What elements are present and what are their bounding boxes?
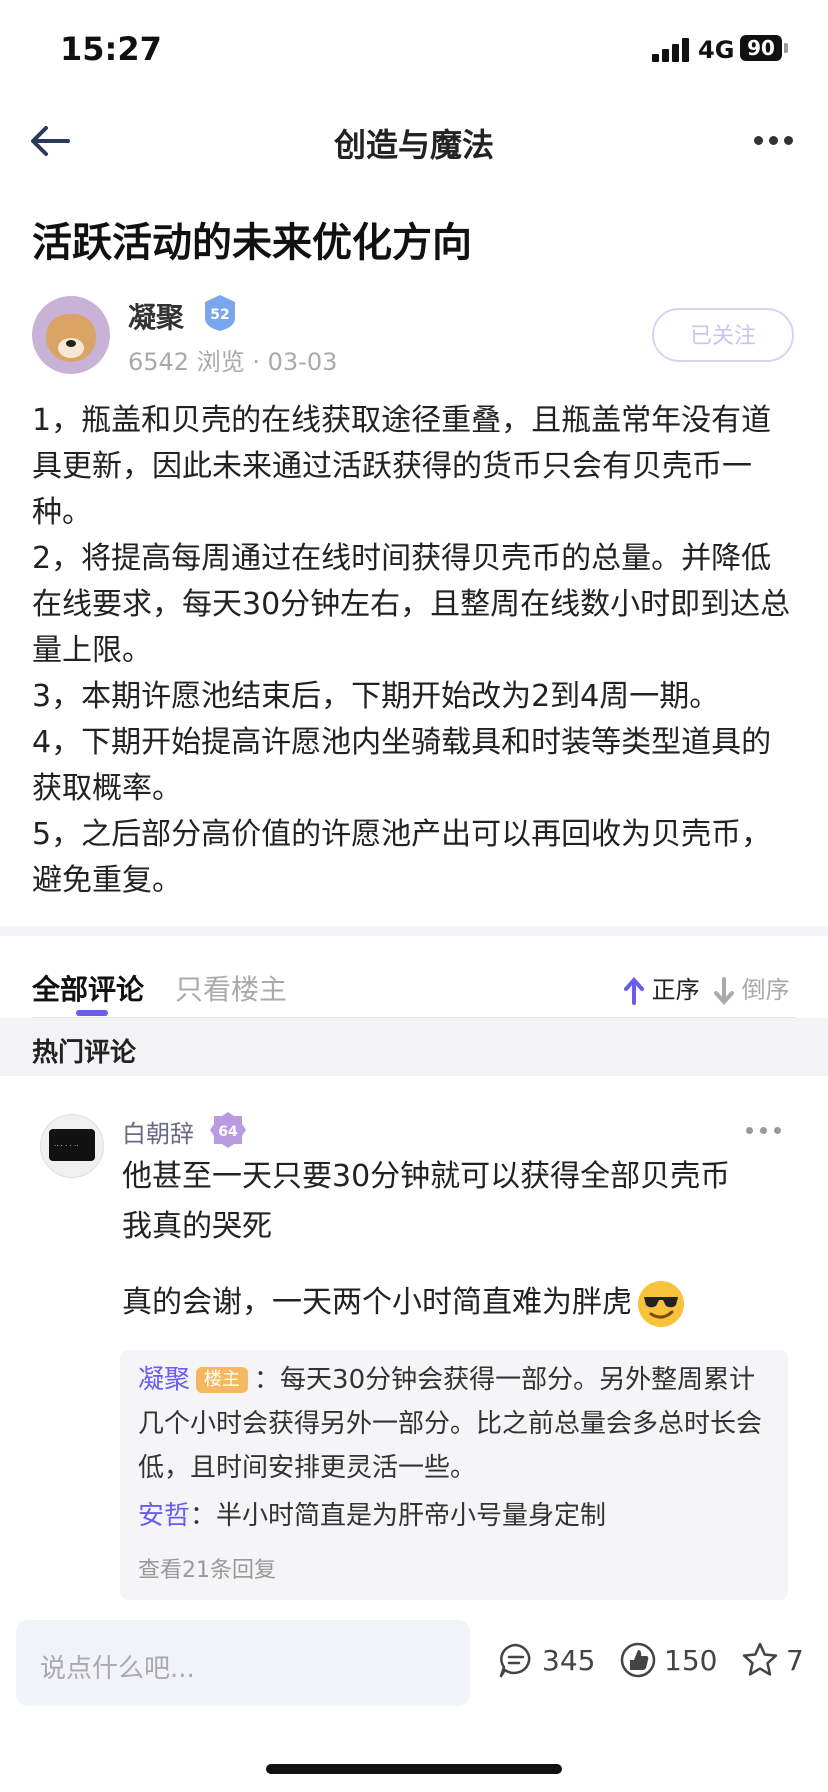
comment-line xyxy=(122,1252,802,1278)
tab-all-comments[interactable]: 全部评论 xyxy=(32,968,144,1008)
comment-more-icon[interactable] xyxy=(744,1124,784,1138)
cool-sunglasses-emoji-icon xyxy=(638,1280,684,1327)
view-count: 6542 浏览 xyxy=(128,348,245,376)
comment-body: 他甚至一天只要30分钟就可以获得全部贝壳币 我真的哭死 真的会谢，一天两个小时简… xyxy=(122,1152,802,1329)
comment-line: 我真的哭死 xyxy=(122,1209,272,1244)
owner-tag: 楼主 xyxy=(196,1367,249,1393)
svg-text:52: 52 xyxy=(210,307,229,323)
network-type: 4G xyxy=(698,36,735,64)
comment-input-placeholder: 说点什么吧... xyxy=(40,1654,195,1684)
favorites-count: 7 xyxy=(786,1644,804,1677)
commenter-name[interactable]: 白朝辞 xyxy=(122,1114,194,1149)
active-tab-indicator xyxy=(76,1010,108,1016)
post-date: 03-03 xyxy=(267,348,338,376)
commenter-avatar[interactable]: .. . . . .. xyxy=(40,1114,104,1178)
sort-descending-button[interactable]: 倒序 xyxy=(714,970,790,1005)
status-time: 15:27 xyxy=(60,30,162,68)
sort-ascending-button[interactable]: 正序 xyxy=(624,970,700,1005)
star-favorite-icon[interactable] xyxy=(740,1640,780,1680)
likes-count: 150 xyxy=(664,1644,718,1677)
arrow-down-icon xyxy=(714,977,734,1005)
battery-tip xyxy=(784,43,788,53)
section-divider xyxy=(0,926,828,936)
comments-count: 345 xyxy=(542,1644,596,1677)
comment-line-with-emoji: 真的会谢，一天两个小时简直难为胖虎 xyxy=(122,1278,802,1329)
tab-op-only[interactable]: 只看楼主 xyxy=(175,968,287,1008)
reply-text: 半小时简直是为肝帝小号量身定制 xyxy=(216,1501,607,1531)
post-body: 1，瓶盖和贝壳的在线获取途径重叠，且瓶盖常年没有道具更新，因此未来通过活跃获得的… xyxy=(32,398,796,904)
reply-item: 安哲：半小时简直是为肝帝小号量身定制 xyxy=(138,1494,778,1538)
meta-separator: · xyxy=(252,348,260,376)
post-paragraph: 1，瓶盖和贝壳的在线获取途径重叠，且瓶盖常年没有道具更新，因此未来通过活跃获得的… xyxy=(32,403,772,530)
author-level-badge: 52 xyxy=(200,293,240,333)
post-paragraph: 5，之后部分高价值的许愿池产出可以再回收为贝壳币，避免重复。 xyxy=(32,817,772,898)
more-options-icon[interactable] xyxy=(748,126,798,156)
post-paragraph: 4，下期开始提高许愿池内坐骑载具和时装等类型道具的获取概率。 xyxy=(32,725,772,806)
post-paragraph: 3，本期许愿池结束后，下期开始改为2到4周一期。 xyxy=(32,679,720,714)
view-more-replies-link[interactable]: 查看21条回复 xyxy=(138,1552,276,1584)
follow-button[interactable]: 已关注 xyxy=(652,308,794,362)
replies-box[interactable]: 凝聚 楼主 ：每天30分钟会获得一部分。另外整周累计几个小时会获得另外一部分。比之前… xyxy=(120,1350,788,1600)
page-title: 创造与魔法 xyxy=(333,126,494,164)
author-name[interactable]: 凝聚 xyxy=(128,296,184,336)
comment-icon[interactable] xyxy=(496,1640,536,1680)
commenter-level-badge: 64 xyxy=(208,1110,248,1150)
svg-text:64: 64 xyxy=(218,1124,238,1140)
reply-colon: ： xyxy=(190,1501,217,1531)
reply-colon: ： xyxy=(254,1365,281,1395)
comment-line: 真的会谢，一天两个小时简直难为胖虎 xyxy=(122,1285,632,1320)
signal-icon xyxy=(652,38,692,62)
sort-asc-label: 正序 xyxy=(651,976,700,1004)
post-meta: 6542 浏览 · 03-03 xyxy=(128,342,337,377)
sort-desc-label: 倒序 xyxy=(741,976,790,1004)
reply-item: 凝聚 楼主 ：每天30分钟会获得一部分。另外整周累计几个小时会获得另外一部分。比之前… xyxy=(138,1358,778,1490)
arrow-up-icon xyxy=(624,977,644,1005)
reply-author[interactable]: 凝聚 xyxy=(138,1365,190,1395)
reply-author[interactable]: 安哲 xyxy=(138,1501,190,1531)
battery-icon: 90 xyxy=(740,35,782,61)
author-avatar[interactable] xyxy=(32,296,110,374)
post-title: 活跃活动的未来优化方向 xyxy=(32,220,472,266)
comment-line: 他甚至一天只要30分钟就可以获得全部贝壳币 xyxy=(122,1159,731,1194)
post-paragraph: 2，将提高每周通过在线时间获得贝壳币的总量。并降低在线要求，每天30分钟左右，且… xyxy=(32,541,791,668)
home-indicator[interactable] xyxy=(266,1764,562,1774)
hot-comments-label: 热门评论 xyxy=(32,1038,137,1068)
like-icon[interactable] xyxy=(618,1640,658,1680)
comment-input[interactable]: 说点什么吧... xyxy=(16,1620,470,1706)
